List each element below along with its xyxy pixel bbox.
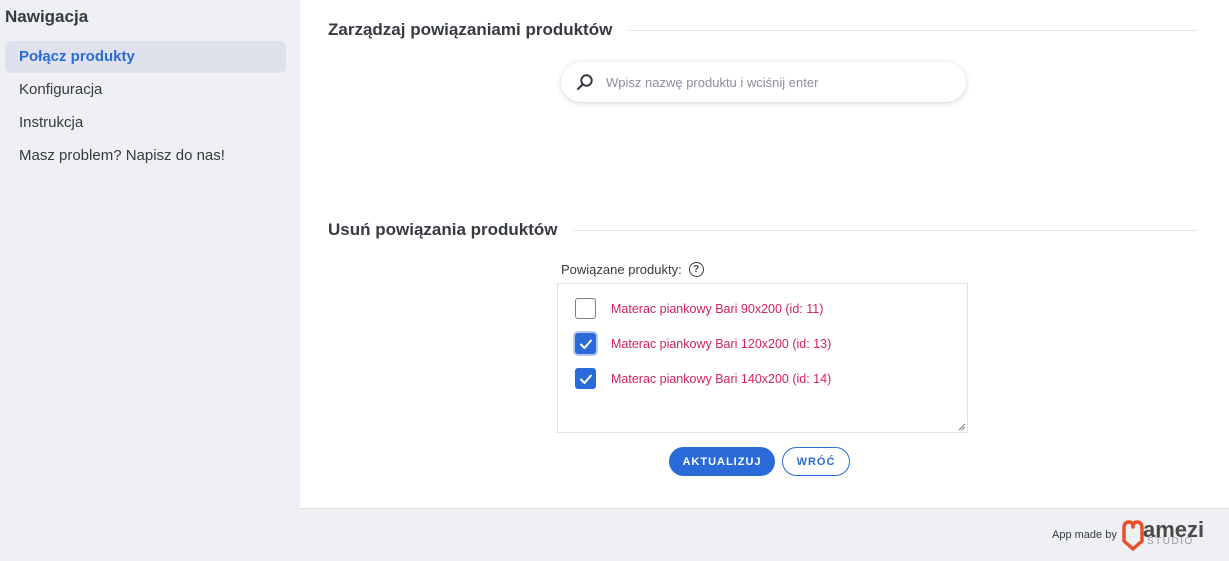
checkbox-unchecked[interactable]	[575, 298, 596, 319]
footer-divider	[300, 508, 1229, 509]
help-icon[interactable]: ?	[688, 262, 704, 277]
resize-grip-icon[interactable]	[958, 423, 966, 431]
search-box[interactable]	[561, 62, 966, 102]
brand-logo[interactable]: amezi STUDIO	[1121, 517, 1206, 553]
remove-section-header: Usuń powiązania produktów	[328, 220, 1198, 240]
nav-list: Połącz produkty Konfiguracja Instrukcja …	[5, 41, 286, 173]
brand-mark-icon	[1122, 520, 1144, 551]
remove-section-title: Usuń powiązania produktów	[328, 220, 558, 239]
check-icon	[579, 374, 592, 384]
nav-item-configuration[interactable]: Konfiguracja	[5, 74, 286, 106]
sidebar: Nawigacja Połącz produkty Konfiguracja I…	[0, 0, 300, 508]
nav-title: Nawigacja	[5, 7, 89, 26]
nav-item-contact[interactable]: Masz problem? Napisz do nas!	[5, 140, 286, 172]
list-item-label: Materac piankowy Bari 140x200 (id: 14)	[611, 371, 832, 386]
checkbox-checked[interactable]	[575, 368, 596, 389]
check-icon	[579, 339, 592, 349]
related-products-label: Powiązane produkty: ?	[561, 262, 704, 277]
manage-section-header: Zarządzaj powiązaniami produktów	[328, 20, 1198, 40]
search-input[interactable]	[606, 74, 966, 90]
divider	[628, 29, 1198, 31]
list-item-label: Materac piankowy Bari 90x200 (id: 11)	[611, 301, 824, 316]
search-icon	[576, 73, 594, 91]
main-panel: Zarządzaj powiązaniami produktów Usuń po…	[300, 0, 1229, 508]
list-item-label: Materac piankowy Bari 120x200 (id: 13)	[611, 336, 832, 351]
back-button[interactable]: WRÓĆ	[782, 447, 850, 476]
list-item[interactable]: Materac piankowy Bari 90x200 (id: 11)	[575, 298, 823, 319]
checkbox-checked[interactable]	[575, 333, 596, 354]
divider	[573, 229, 1198, 231]
list-item[interactable]: Materac piankowy Bari 140x200 (id: 14)	[575, 368, 831, 389]
nav-item-connect-products[interactable]: Połącz produkty	[5, 41, 286, 73]
brand-sub: STUDIO	[1147, 536, 1194, 547]
related-products-list[interactable]: Materac piankowy Bari 90x200 (id: 11) Ma…	[557, 283, 968, 433]
nav-item-instructions[interactable]: Instrukcja	[5, 107, 286, 139]
manage-section-title: Zarządzaj powiązaniami produktów	[328, 20, 613, 39]
footer-made-by: App made by	[1052, 529, 1117, 541]
update-button[interactable]: AKTUALIZUJ	[669, 447, 775, 476]
list-item[interactable]: Materac piankowy Bari 120x200 (id: 13)	[575, 333, 831, 354]
related-products-label-text: Powiązane produkty:	[561, 262, 682, 277]
